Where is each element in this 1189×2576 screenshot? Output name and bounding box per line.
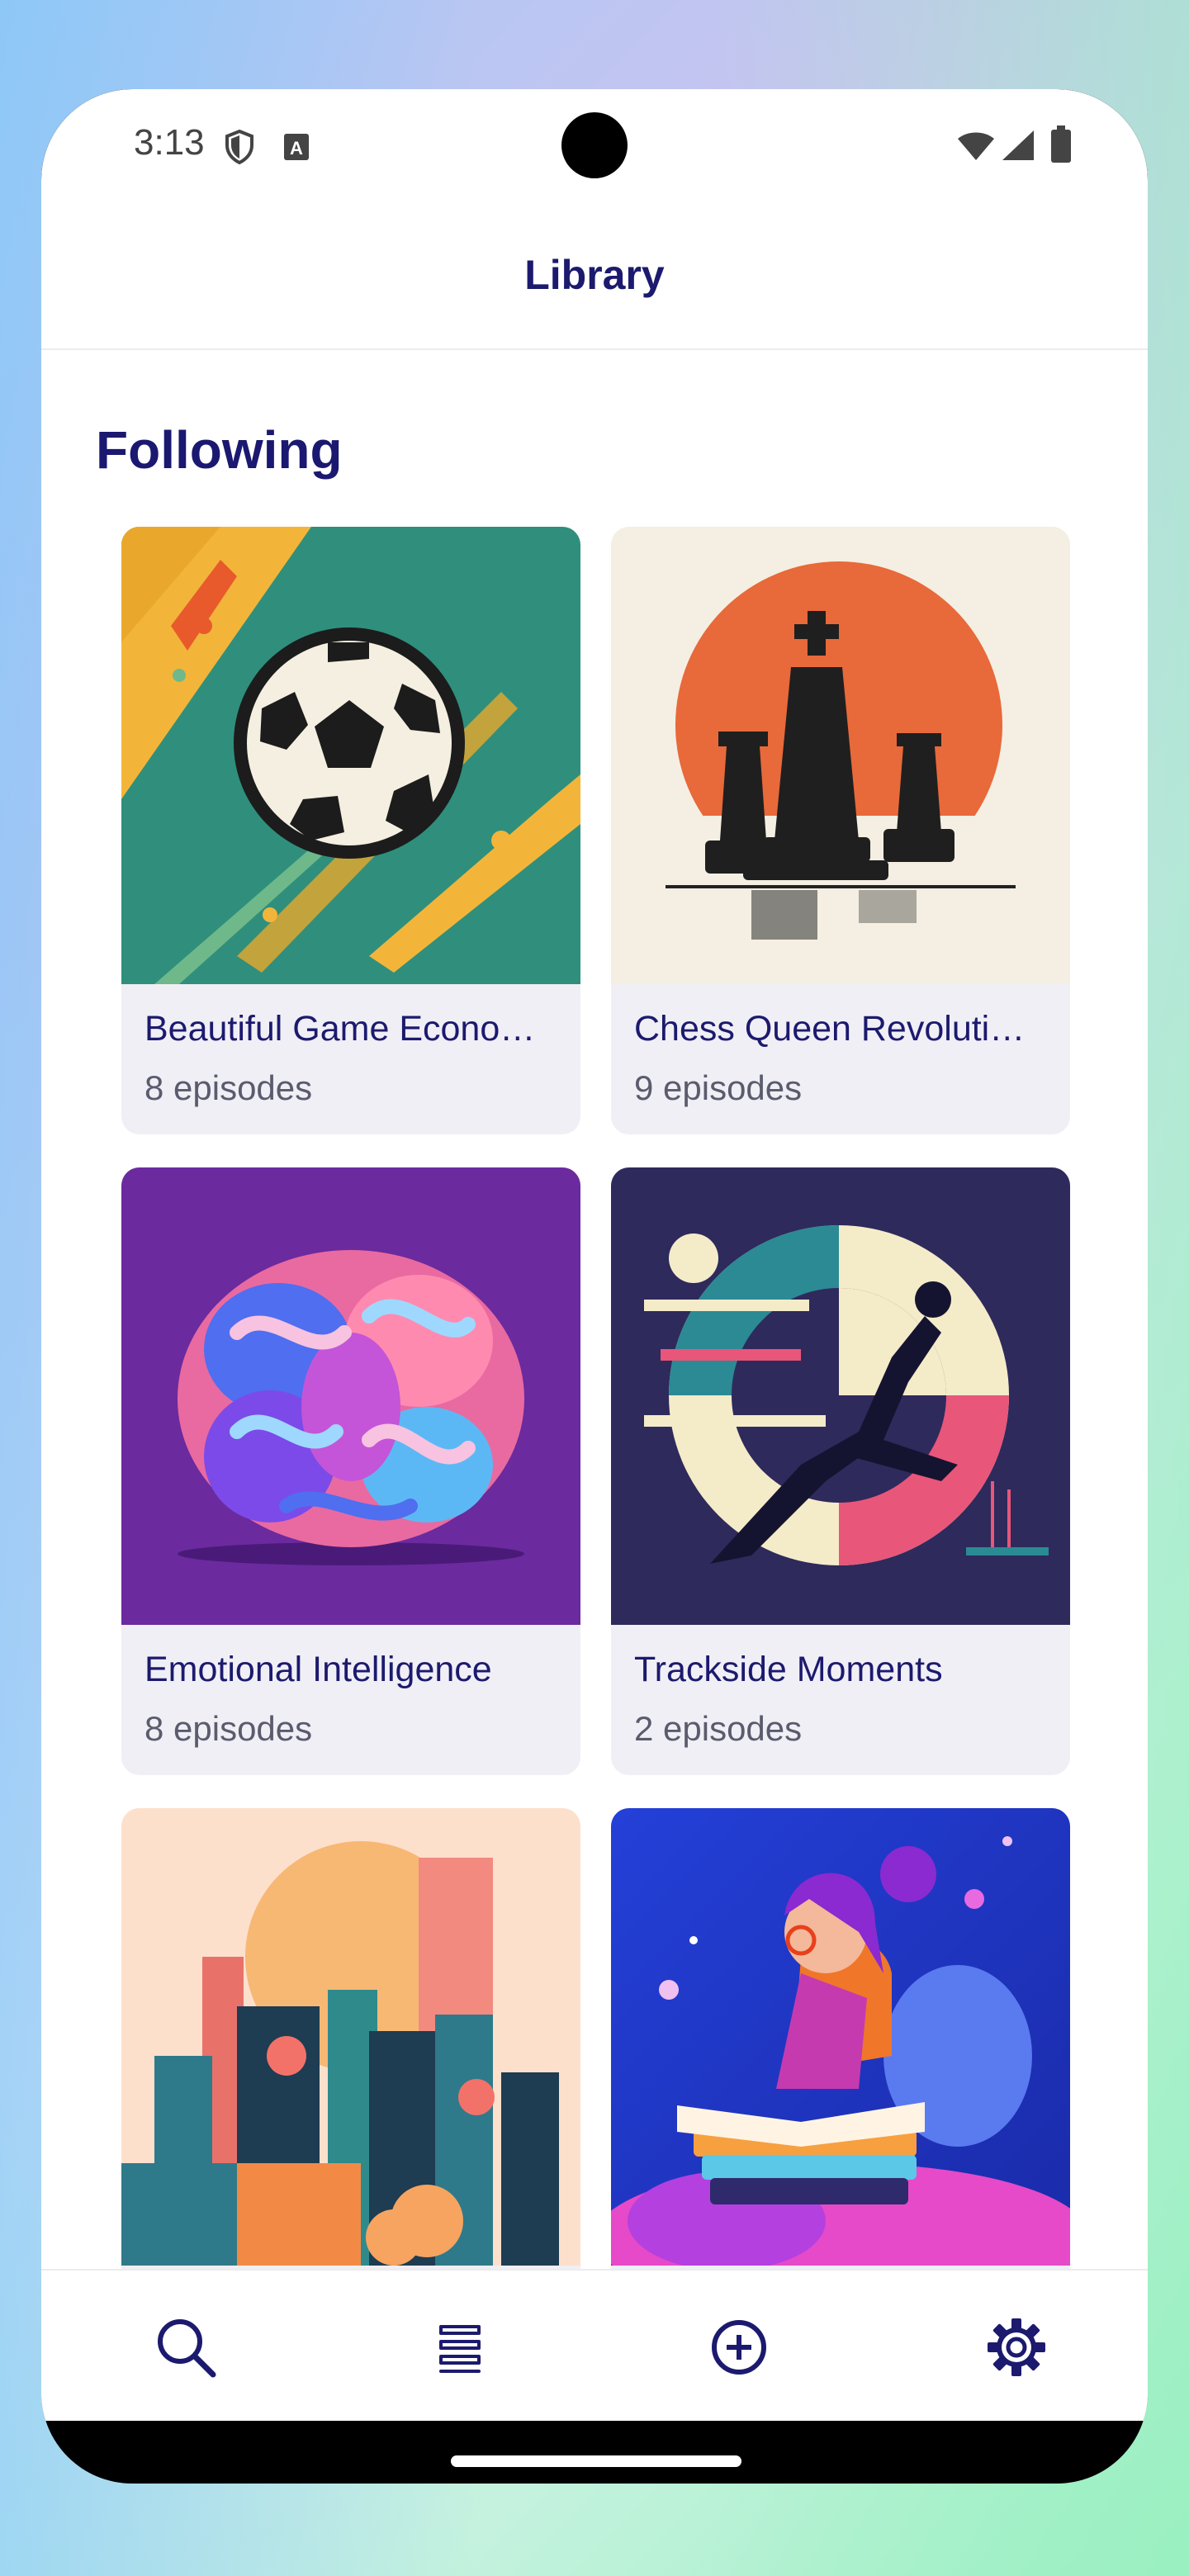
card-episode-count: 2 episodes bbox=[634, 1709, 803, 1748]
podcast-card[interactable]: Chess Queen Revoluti… 9 episodes bbox=[611, 527, 1070, 1134]
city-skyline-art bbox=[121, 1808, 580, 2266]
keyboard-a-icon: A bbox=[282, 132, 310, 166]
podcast-card[interactable]: Beautiful Game Econo… 8 episodes bbox=[121, 527, 580, 1134]
battery-icon bbox=[1050, 125, 1072, 168]
camera-cutout bbox=[561, 112, 628, 178]
wifi-icon bbox=[956, 129, 996, 166]
signal-icon bbox=[999, 129, 1035, 166]
podcast-card[interactable]: Trackside Moments 2 episodes bbox=[611, 1167, 1070, 1775]
appbar-divider bbox=[41, 348, 1148, 350]
sprinter-art bbox=[611, 1167, 1070, 1625]
nav-library-button[interactable] bbox=[423, 2310, 497, 2384]
section-title-following: Following bbox=[96, 420, 343, 480]
library-icon bbox=[439, 2325, 481, 2373]
brain-art bbox=[121, 1167, 580, 1625]
home-indicator[interactable] bbox=[451, 2455, 741, 2467]
settings-icon bbox=[988, 2318, 1045, 2376]
card-title: Emotional Intelligence bbox=[144, 1650, 492, 1689]
podcast-card[interactable]: Emotional Intelligence 8 episodes bbox=[121, 1167, 580, 1775]
nav-search-button[interactable] bbox=[149, 2310, 223, 2384]
phone-frame: 3:13 A Library Following Beautiful Game … bbox=[41, 89, 1148, 2484]
status-time: 3:13 bbox=[134, 122, 205, 163]
add-circle-icon bbox=[712, 2320, 766, 2375]
card-episode-count: 8 episodes bbox=[144, 1709, 313, 1748]
reading-woman-art bbox=[611, 1808, 1070, 2266]
card-episode-count: 8 episodes bbox=[144, 1068, 313, 1107]
search-icon bbox=[158, 2319, 216, 2378]
card-title: Trackside Moments bbox=[634, 1650, 943, 1689]
chess-pieces-art bbox=[611, 527, 1070, 984]
nav-settings-button[interactable] bbox=[979, 2310, 1054, 2384]
card-episode-count: 9 episodes bbox=[634, 1068, 803, 1107]
page-title: Library bbox=[524, 252, 665, 298]
svg-text:A: A bbox=[290, 138, 303, 159]
shield-icon bbox=[223, 129, 256, 169]
app-screen: 3:13 A Library Following Beautiful Game … bbox=[41, 89, 1148, 2421]
nav-add-button[interactable] bbox=[702, 2310, 776, 2384]
card-title: Chess Queen Revoluti… bbox=[634, 1009, 1026, 1049]
bottom-navigation bbox=[41, 2269, 1148, 2421]
card-title: Beautiful Game Econo… bbox=[144, 1009, 536, 1049]
soccer-ball-art bbox=[121, 527, 580, 984]
